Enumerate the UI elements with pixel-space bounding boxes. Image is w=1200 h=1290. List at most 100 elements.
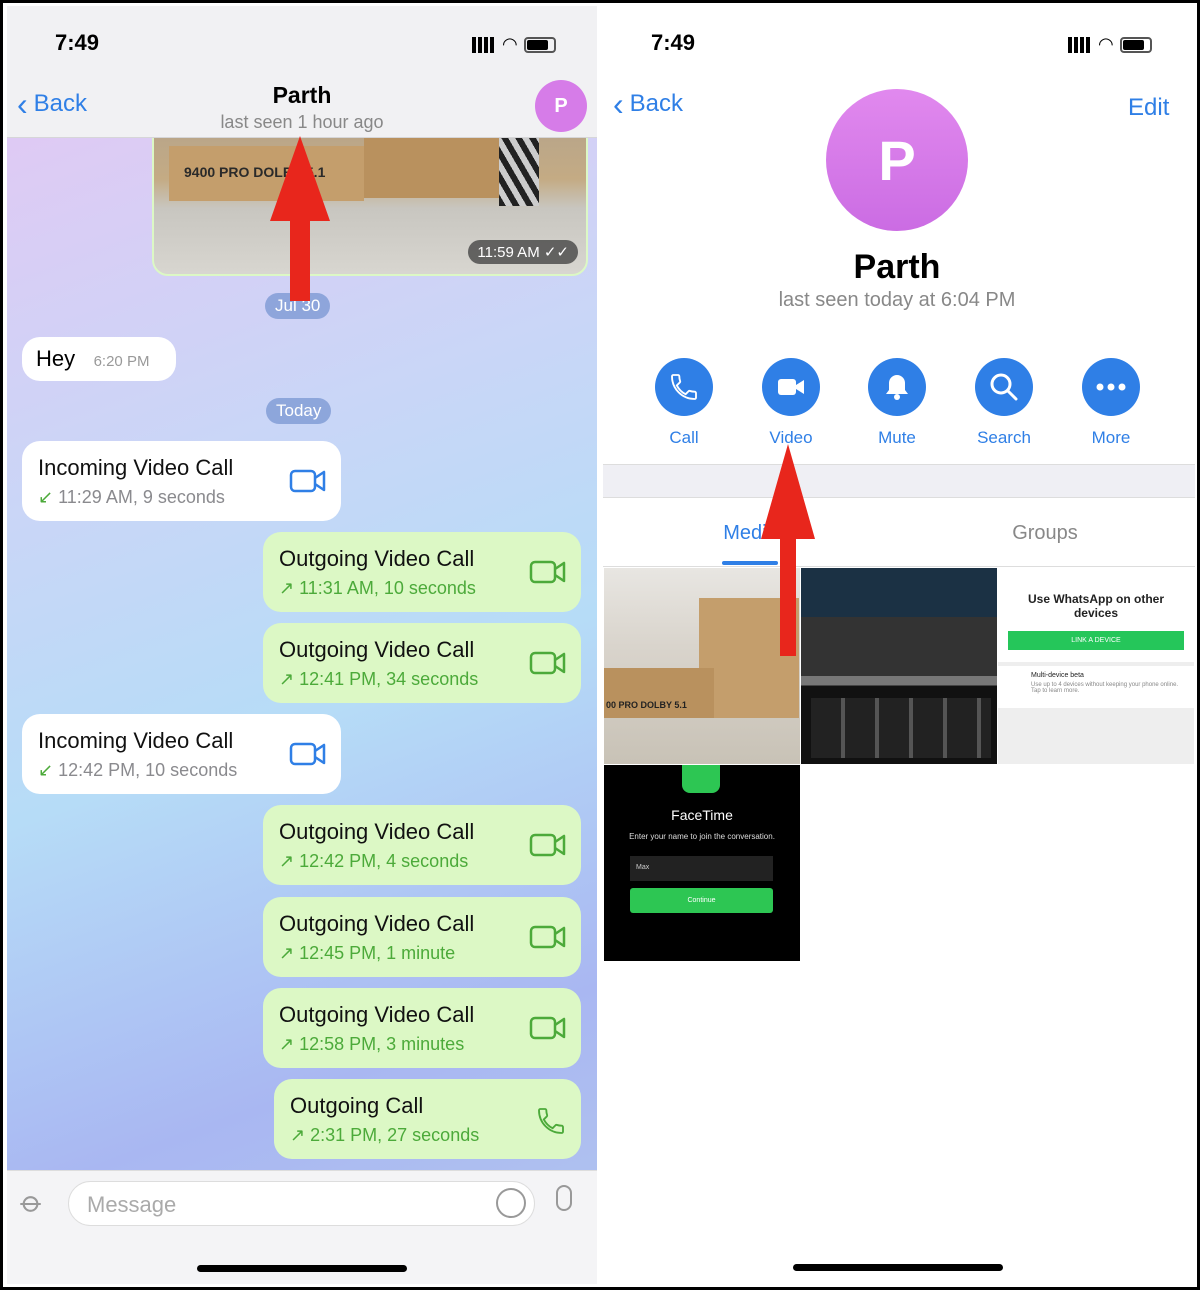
call-time: 2:31 PM, 27 seconds [310,1125,480,1145]
call-title: Outgoing Video Call [279,637,475,662]
microphone-icon[interactable] [556,1185,572,1211]
wifi-icon: ◠ [1098,34,1114,54]
video-camera-icon[interactable] [289,740,327,773]
chat-title[interactable]: Parth last seen 1 hour ago [7,82,597,133]
link-device-button: LINK A DEVICE [1008,631,1184,650]
edit-button[interactable]: Edit [1128,94,1169,122]
call-title: Outgoing Video Call [279,546,475,571]
arrow-up-right-icon: ↗ [279,1034,295,1054]
call-title: Outgoing Video Call [279,911,475,936]
facetime-name-field: Max [630,856,773,881]
arrow-up-right-icon: ↗ [279,851,295,871]
message-text: Hey [36,346,76,371]
photo-time-badge: 11:59 AM ✓✓ [468,240,578,264]
tab-groups[interactable]: Groups [995,522,1095,545]
call-title: Outgoing Video Call [279,819,475,844]
facetime-continue-button: Continue [630,888,773,913]
incoming-call-message[interactable]: Incoming Video Call ↙ 12:42 PM, 10 secon… [22,714,341,794]
call-detail: ↗ 11:31 AM, 10 seconds [279,578,565,599]
call-time: 12:58 PM, 3 minutes [299,1034,465,1054]
action-label: More [1091,428,1131,447]
box-label: 00 PRO DOLBY 5.1 [606,700,687,710]
message-time: 6:20 PM [93,353,150,370]
profile-name: Parth [853,248,941,286]
composer-bar: ⌀ Message [7,1170,597,1284]
call-time: 12:42 PM, 10 seconds [58,760,238,780]
call-detail: ↗ 12:41 PM, 34 seconds [279,669,565,690]
attach-icon[interactable]: ⌀ [13,1184,51,1222]
annotation-arrow [761,444,815,656]
call-title: Outgoing Call [290,1093,424,1118]
status-time: 7:49 [651,30,696,55]
outgoing-call-message[interactable]: Outgoing Video Call ↗ 12:42 PM, 4 second… [263,805,581,885]
outgoing-call-message[interactable]: Outgoing Video Call ↗ 12:41 PM, 34 secon… [263,623,581,703]
arrow-down-left-icon: ↙ [38,487,54,507]
message-hey[interactable]: Hey 6:20 PM [22,337,176,381]
profile-avatar[interactable]: P [826,89,968,231]
message-input[interactable]: Message [68,1181,535,1226]
video-action-button[interactable]: Video [746,358,836,448]
profile-last-seen: last seen today at 6:04 PM [778,289,1016,311]
media-item-facetime-screenshot[interactable]: FaceTime Enter your name to join the con… [604,765,800,961]
call-detail: ↗ 12:42 PM, 4 seconds [279,851,565,872]
status-icons: ◠ [472,34,556,55]
date-pill: Today [266,398,332,424]
home-indicator [793,1264,1003,1271]
call-action-button[interactable]: Call [639,358,729,448]
media-item-keyboard[interactable] [801,568,997,764]
media-item-whatsapp-screenshot[interactable]: Use WhatsApp on other devices LINK A DEV… [998,568,1194,764]
call-detail: ↙ 11:29 AM, 9 seconds [38,487,325,508]
photo-message[interactable]: 9400 PRO DOLBY 5.1 11:59 AM ✓✓ [152,126,588,276]
facetime-title: FaceTime [671,807,733,823]
video-camera-icon[interactable] [289,467,327,500]
video-camera-icon[interactable] [529,831,567,864]
call-time: 11:29 AM, 9 seconds [58,487,225,507]
call-time: 12:45 PM, 1 minute [299,943,456,963]
photo-time: 11:59 AM [477,244,540,261]
call-title: Outgoing Video Call [279,1002,475,1027]
avatar[interactable]: P [535,80,587,132]
outgoing-call-message[interactable]: Outgoing Video Call ↗ 12:58 PM, 3 minute… [263,988,581,1068]
video-camera-icon[interactable] [529,558,567,591]
search-action-button[interactable]: Search [959,358,1049,448]
call-time: 12:42 PM, 4 seconds [299,851,469,871]
section-separator [603,464,1195,498]
mute-action-button[interactable]: Mute [852,358,942,448]
signal-icon [1068,36,1092,53]
last-seen: last seen 1 hour ago [220,112,384,132]
outgoing-call-message[interactable]: Outgoing Video Call ↗ 12:45 PM, 1 minute [263,897,581,977]
video-camera-icon[interactable] [529,1014,567,1047]
more-action-button[interactable]: More [1066,358,1156,448]
phone-icon[interactable] [535,1105,567,1142]
beta-text: Use up to 4 devices without keeping your… [1031,682,1179,694]
action-label: Mute [878,428,916,447]
signal-icon [472,36,496,53]
video-camera-icon[interactable] [529,649,567,682]
chat-screen: 9400 PRO DOLBY 5.1 11:59 AM ✓✓ 7:49 ◠ ‹ B… [7,6,597,1284]
video-camera-icon[interactable] [529,923,567,956]
search-icon [975,358,1033,416]
call-time: 12:41 PM, 34 seconds [299,669,479,689]
arrow-up-right-icon: ↗ [279,578,295,598]
home-indicator [197,1265,407,1272]
annotation-arrow [270,136,330,301]
incoming-call-message[interactable]: Incoming Video Call ↙ 11:29 AM, 9 second… [22,441,341,521]
call-time: 11:31 AM, 10 seconds [299,578,476,598]
call-detail: ↗ 12:45 PM, 1 minute [279,943,565,964]
video-camera-icon [762,358,820,416]
more-icon [1082,358,1140,416]
action-label: Call [669,428,699,447]
call-title: Incoming Video Call [38,455,234,480]
call-detail: ↙ 12:42 PM, 10 seconds [38,760,325,781]
contact-info-screen: 7:49 ◠ ‹ Back Edit P Parth last seen toda… [603,6,1195,1284]
action-label: Search [977,428,1031,447]
battery-icon [523,36,556,53]
chevron-left-icon: ‹ [613,86,624,122]
outgoing-call-message[interactable]: Outgoing Call ↗ 2:31 PM, 27 seconds [274,1079,581,1159]
back-button[interactable]: ‹ Back [613,86,683,122]
facetime-prompt: Enter your name to join the conversation… [629,832,775,841]
sticker-icon[interactable] [496,1188,526,1218]
bell-icon [868,358,926,416]
outgoing-call-message[interactable]: Outgoing Video Call ↗ 11:31 AM, 10 secon… [263,532,581,612]
arrow-up-right-icon: ↗ [279,669,295,689]
